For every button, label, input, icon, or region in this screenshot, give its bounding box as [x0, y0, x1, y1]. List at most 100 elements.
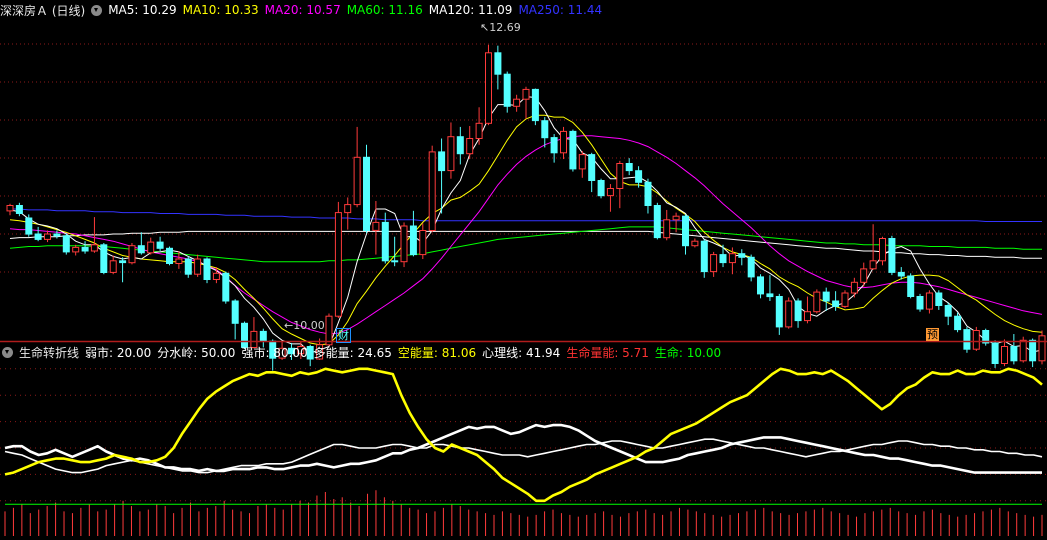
candle-up: [804, 311, 811, 322]
candle-down: [1029, 339, 1037, 362]
candle-up: [485, 52, 492, 124]
candle-down: [53, 233, 61, 237]
indicator-title: 生命转折线: [19, 345, 80, 360]
candle-down: [1010, 346, 1018, 362]
candle-down: [597, 180, 605, 197]
candle-up: [522, 88, 530, 100]
candle-up: [419, 230, 427, 256]
candle-up: [194, 258, 202, 275]
stock-chart[interactable]: 深深房Ａ (日线) MA5: 10.29 MA10: 10.33 MA20: 10.…: [0, 0, 1047, 537]
candle-down: [259, 330, 267, 342]
candle-up: [90, 244, 98, 252]
indicator-legend-item: 强市: 80.00: [241, 345, 308, 360]
candle-up: [728, 253, 736, 264]
candle-down: [935, 292, 943, 306]
ma-legend-item: MA5: 10.29: [108, 3, 177, 17]
candle-up: [447, 136, 455, 172]
candle-down: [156, 241, 164, 249]
candle-down: [588, 154, 596, 182]
indicator-legend-item: 生命量能: 5.71: [566, 345, 649, 360]
candle-up: [344, 204, 352, 214]
candle-down: [231, 300, 239, 324]
candle-up: [850, 281, 858, 294]
ma-legend-item: MA250: 11.44: [518, 3, 603, 17]
candle-down: [541, 120, 549, 139]
candle-down: [391, 260, 399, 263]
candle-up: [6, 205, 14, 212]
ma-line-ma250: [10, 208, 1042, 222]
candle-up: [813, 291, 821, 313]
high-arrow-icon: ↖: [480, 21, 490, 34]
ma-legend-item: MA10: 10.33: [182, 3, 259, 17]
candle-down: [991, 342, 999, 364]
candle-up: [372, 221, 380, 231]
indicator-line-psychology: [4, 423, 1042, 474]
candle-up: [869, 260, 877, 270]
candle-down: [907, 275, 915, 297]
candle-down: [494, 52, 502, 75]
indicator-legend-item: 多能量: 24.65: [313, 345, 392, 360]
candle-down: [456, 136, 464, 155]
candle-up: [616, 163, 624, 189]
candle-down: [166, 247, 173, 265]
candle-up: [1038, 335, 1046, 362]
candle-down: [363, 156, 370, 231]
financial-report-tag[interactable]: 财: [336, 328, 351, 343]
legend-toggle-icon[interactable]: [91, 4, 103, 16]
low-arrow-icon: ←: [284, 319, 294, 332]
candle-down: [62, 235, 70, 253]
chart-title: 深深房Ａ (日线): [0, 3, 86, 18]
candle-up: [663, 219, 671, 239]
candle-down: [747, 256, 755, 278]
candle-down: [25, 217, 33, 235]
candle-down: [550, 137, 558, 154]
candle-down: [888, 238, 896, 273]
candle-down: [381, 221, 389, 262]
candle-down: [738, 253, 746, 258]
candle-up: [475, 122, 483, 140]
candle-down: [897, 271, 905, 277]
candle-up: [147, 241, 155, 254]
candle-down: [682, 215, 689, 247]
low-price-label: ←10.00: [284, 319, 325, 332]
candle-up: [972, 330, 980, 350]
candle-down: [944, 305, 952, 317]
candle-down: [409, 225, 417, 256]
candle-down: [954, 315, 962, 331]
candle-down: [832, 300, 840, 307]
candle-down: [719, 254, 727, 264]
candle-up: [841, 292, 849, 307]
candle-down: [644, 181, 652, 207]
candle-up: [334, 212, 342, 317]
candle-down: [775, 296, 783, 328]
candle-up: [1019, 339, 1027, 362]
chart-canvas[interactable]: [0, 0, 1047, 537]
candle-down: [119, 260, 127, 264]
candle-down: [15, 205, 23, 214]
candle-down: [81, 246, 89, 252]
indicator-legend-item: 弱市: 20.00: [85, 345, 152, 360]
candle-down: [137, 245, 145, 254]
price-legend: 深深房Ａ (日线) MA5: 10.29 MA10: 10.33 MA20: 10.…: [0, 1, 608, 19]
candle-up: [353, 156, 361, 206]
candle-down: [222, 272, 230, 302]
candle-up: [466, 138, 474, 155]
candle-up: [428, 151, 436, 231]
indicator-legend-item: 空能量: 81.06: [397, 345, 477, 360]
indicator-legend-item: 心理线: 41.94: [482, 345, 561, 360]
candle-up: [1001, 346, 1008, 364]
indicator-line-long-energy: [4, 438, 1043, 474]
indicator-line-short-energy: [4, 367, 1043, 503]
candle-down: [203, 258, 211, 280]
candle-up: [212, 272, 220, 280]
candle-down: [916, 296, 924, 310]
candle-up: [109, 260, 117, 273]
candle-down: [794, 300, 802, 322]
candle-up: [72, 246, 80, 253]
high-price-label: ↖12.69: [480, 21, 521, 34]
candle-down: [184, 258, 192, 275]
ma-line-ma5: [9, 96, 1043, 354]
indicator-legend-item: 分水岭: 50.00: [157, 345, 236, 360]
forecast-tag[interactable]: 预: [926, 328, 939, 341]
indicator-toggle-icon[interactable]: [2, 346, 13, 358]
